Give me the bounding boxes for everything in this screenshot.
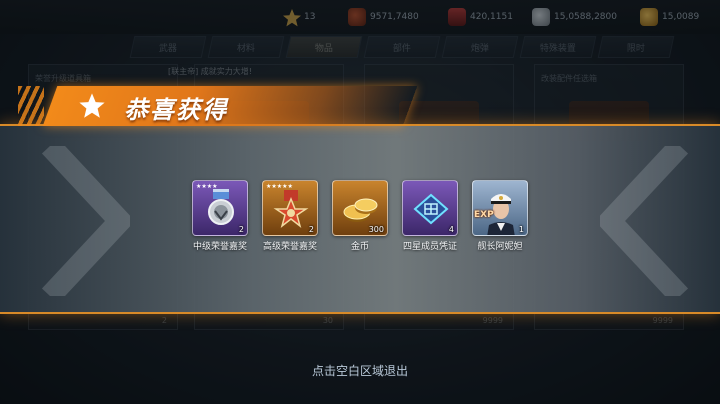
reward-slot: EXP 1 <box>472 180 528 236</box>
exp-tag: EXP <box>474 210 494 220</box>
exit-hint-text: 点击空白区域退出 <box>311 364 408 378</box>
rarity-stars: ★★★★★ <box>266 183 293 190</box>
reward-item[interactable]: 4 四星成员凭证 <box>398 180 462 252</box>
star-icon <box>79 93 105 118</box>
reward-slot: ★★★★ 2 <box>192 180 248 236</box>
reward-name: 高级荣誉嘉奖 <box>262 242 317 252</box>
reward-quantity: 1 <box>518 225 524 234</box>
reward-item[interactable]: EXP 1 舰长阿妮妲 <box>468 180 532 252</box>
reward-name: 中级荣誉嘉奖 <box>192 242 247 252</box>
reward-item[interactable]: 300 金币 <box>328 180 392 252</box>
reward-item[interactable]: ★★★★ 2 中级荣誉嘉奖 <box>188 180 252 252</box>
reward-slot: 300 <box>332 180 388 236</box>
reward-name: 舰长阿妮妲 <box>477 242 523 252</box>
reward-name: 四星成员凭证 <box>402 242 457 252</box>
reward-slot: ★★★★★ 2 <box>262 180 318 236</box>
reward-item[interactable]: ★★★★★ 2 高级荣誉嘉奖 <box>258 180 322 252</box>
reward-quantity: 2 <box>238 225 244 234</box>
reward-quantity: 2 <box>308 225 314 234</box>
reward-title: 恭喜获得 <box>124 96 228 124</box>
reward-quantity: 4 <box>448 225 454 234</box>
reward-list: ★★★★ 2 中级荣誉嘉奖 ★★★★★ 2 高级荣誉嘉奖 300 金币 4 四星… <box>0 180 720 256</box>
banner-stripes <box>18 86 44 126</box>
reward-slot: 4 <box>402 180 458 236</box>
rarity-stars: ★★★★ <box>196 183 218 190</box>
reward-name: 金币 <box>350 242 369 252</box>
reward-quantity: 300 <box>368 225 384 234</box>
